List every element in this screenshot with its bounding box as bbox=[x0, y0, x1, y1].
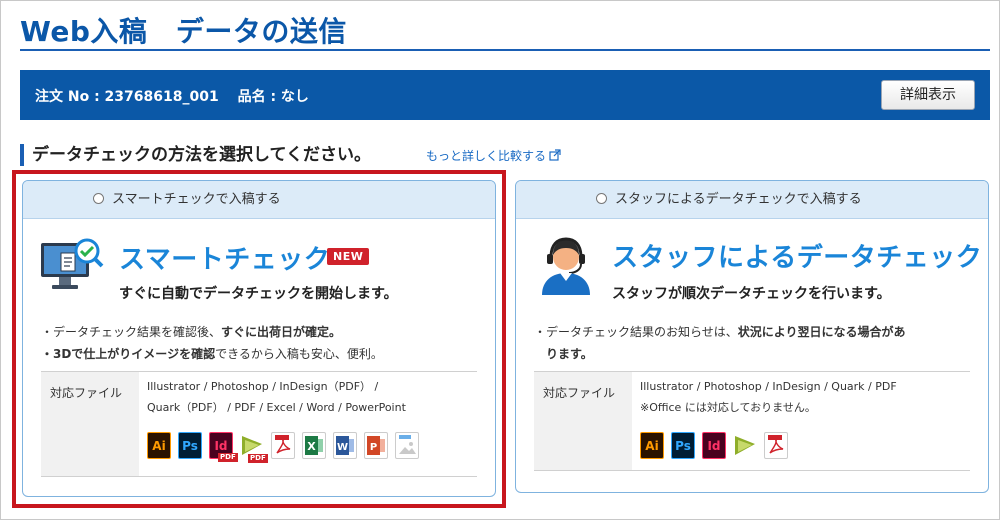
photoshop-icon: Ps bbox=[671, 432, 695, 459]
illustrator-icon: Ai bbox=[640, 432, 664, 459]
smart-check-radio-option[interactable]: スマートチェックで入稿する bbox=[23, 181, 495, 219]
excel-icon: X bbox=[302, 432, 326, 459]
order-info-bar: 注文 No : 23768618_001 品名 : なし 詳細表示 bbox=[20, 70, 990, 120]
quark-icon bbox=[733, 432, 757, 459]
pdf-icon bbox=[271, 432, 295, 459]
feature-line: ・データチェック結果のお知らせは、状況により翌日になる場合があ bbox=[534, 325, 906, 339]
smart-check-subtitle: すぐに自動でデータチェックを開始します。 bbox=[119, 286, 398, 302]
image-file-icon bbox=[395, 432, 419, 459]
supported-files-box: 対応ファイル Illustrator / Photoshop / InDesig… bbox=[41, 371, 477, 477]
staff-check-card[interactable]: スタッフによるデータチェックで入稿する スタッフによるデータチェック スタッフが… bbox=[515, 180, 989, 493]
file-format-icons: Ai Ps Id PDF PDF X W P bbox=[147, 432, 419, 463]
svg-text:P: P bbox=[370, 442, 377, 453]
supported-files-label: 対応ファイル bbox=[41, 372, 139, 476]
staff-check-features: ・データチェック結果のお知らせは、状況により翌日になる場合があ ります。 bbox=[534, 321, 979, 365]
feature-line: ・3Dで仕上がりイメージを確認できるから入稿も安心、便利。 bbox=[41, 347, 383, 361]
page-title: Web入稿 データの送信 bbox=[20, 15, 347, 48]
file-format-icons: Ai Ps Id bbox=[640, 432, 788, 459]
radio-label: スタッフによるデータチェックで入稿する bbox=[615, 192, 862, 207]
indesign-pdf-icon: Id PDF bbox=[209, 432, 238, 462]
compare-link-label: もっと詳しく比較する bbox=[426, 149, 547, 163]
supported-files-box: 対応ファイル Illustrator / Photoshop / InDesig… bbox=[534, 371, 970, 471]
title-divider bbox=[20, 49, 990, 51]
detail-button[interactable]: 詳細表示 bbox=[881, 80, 975, 110]
word-icon: W bbox=[333, 432, 357, 459]
radio-button[interactable] bbox=[93, 193, 104, 204]
monitor-check-icon bbox=[41, 238, 104, 289]
radio-button[interactable] bbox=[596, 193, 607, 204]
radio-label: スマートチェックで入稿する bbox=[112, 192, 281, 207]
quark-pdf-icon: PDF bbox=[240, 432, 268, 463]
svg-text:X: X bbox=[307, 440, 316, 453]
photoshop-icon: Ps bbox=[178, 432, 202, 459]
compare-link[interactable]: もっと詳しく比較する bbox=[426, 147, 561, 164]
staff-check-title: スタッフによるデータチェック bbox=[612, 243, 983, 273]
order-info-text: 注文 No : 23768618_001 品名 : なし bbox=[35, 89, 309, 105]
supported-files-label: 対応ファイル bbox=[534, 372, 632, 470]
smart-check-features: ・データチェック結果を確認後、すぐに出荷日が確定。 ・3Dで仕上がりイメージを確… bbox=[41, 321, 486, 365]
illustrator-icon: Ai bbox=[147, 432, 171, 459]
indesign-icon: Id bbox=[702, 432, 726, 459]
svg-text:W: W bbox=[337, 442, 348, 453]
feature-line: ・データチェック結果を確認後、すぐに出荷日が確定。 bbox=[41, 325, 342, 339]
smart-check-card[interactable]: スマートチェックで入稿する スマートチェック NEW すぐに自動でデータチェック… bbox=[22, 180, 496, 497]
pdf-icon bbox=[764, 432, 788, 459]
support-staff-icon bbox=[542, 237, 590, 295]
staff-check-subtitle: スタッフが順次データチェックを行います。 bbox=[612, 286, 891, 302]
feature-line: ります。 bbox=[546, 347, 593, 361]
supported-files-text: Illustrator / Photoshop / InDesign / Qua… bbox=[640, 380, 897, 414]
section-heading: データチェックの方法を選択してください。 bbox=[20, 144, 371, 166]
smart-check-title: スマートチェック bbox=[119, 245, 331, 275]
powerpoint-icon: P bbox=[364, 432, 388, 459]
new-badge: NEW bbox=[327, 248, 370, 265]
external-link-icon bbox=[549, 149, 561, 161]
staff-check-radio-option[interactable]: スタッフによるデータチェックで入稿する bbox=[516, 181, 988, 219]
supported-files-text: Illustrator / Photoshop / InDesign（PDF） … bbox=[147, 380, 406, 414]
